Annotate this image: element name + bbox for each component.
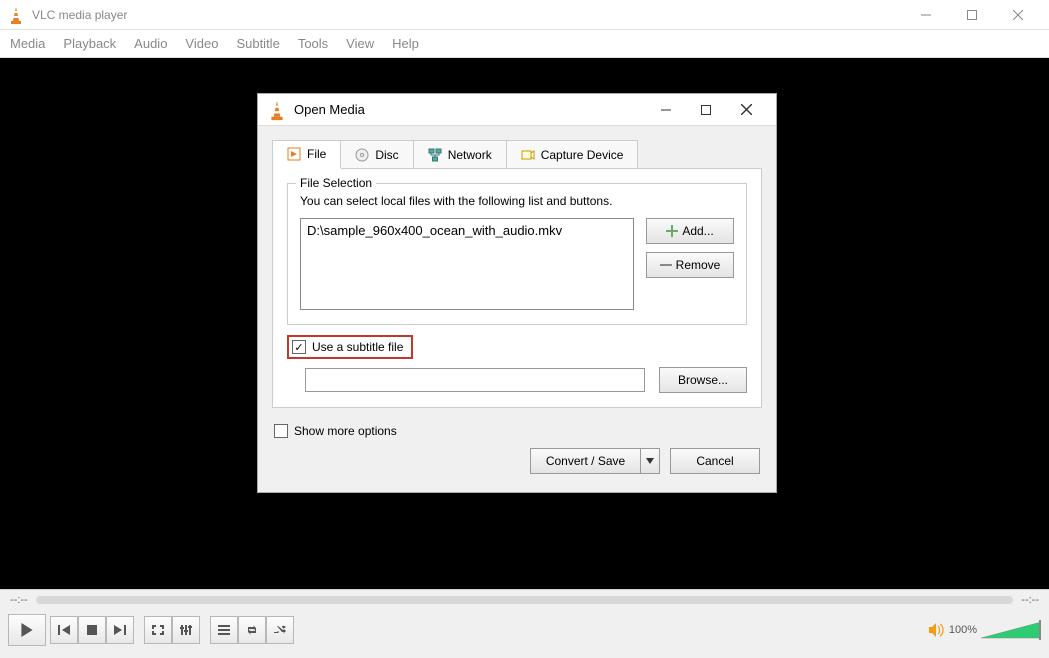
menu-media[interactable]: Media — [10, 36, 45, 51]
menu-subtitle[interactable]: Subtitle — [236, 36, 279, 51]
fullscreen-button[interactable] — [144, 616, 172, 644]
dialog-maximize-button[interactable] — [686, 96, 726, 124]
file-tab-icon — [287, 147, 301, 161]
file-selection-legend: File Selection — [296, 176, 376, 190]
convert-save-label: Convert / Save — [546, 454, 625, 468]
menu-playback[interactable]: Playback — [63, 36, 116, 51]
volume-slider[interactable] — [981, 620, 1041, 640]
dialog-title: Open Media — [294, 102, 646, 117]
play-button[interactable] — [8, 614, 46, 646]
use-subtitle-checkbox[interactable]: ✓ — [292, 340, 306, 354]
use-subtitle-label: Use a subtitle file — [312, 340, 403, 354]
remove-button[interactable]: Remove — [646, 252, 734, 278]
menu-audio[interactable]: Audio — [134, 36, 167, 51]
seek-bar[interactable] — [36, 596, 1014, 604]
tab-file[interactable]: File — [273, 141, 341, 169]
tab-capture-label: Capture Device — [541, 148, 624, 162]
convert-save-dropdown[interactable] — [640, 448, 660, 474]
next-button[interactable] — [106, 616, 134, 644]
window-title: VLC media player — [32, 8, 903, 22]
menu-video[interactable]: Video — [185, 36, 218, 51]
dialog-tabs: File Disc Network Capture Device — [272, 140, 638, 168]
use-subtitle-checkbox-row[interactable]: ✓ Use a subtitle file — [287, 335, 413, 359]
cancel-button[interactable]: Cancel — [670, 448, 760, 474]
close-button[interactable] — [995, 0, 1041, 30]
time-elapsed: --:-- — [10, 594, 28, 606]
maximize-button[interactable] — [949, 0, 995, 30]
dialog-close-button[interactable] — [726, 96, 766, 124]
chevron-down-icon — [646, 458, 654, 464]
file-selection-help: You can select local files with the foll… — [300, 194, 734, 208]
show-more-label: Show more options — [294, 424, 397, 438]
network-icon — [428, 148, 442, 162]
cancel-label: Cancel — [696, 454, 733, 468]
extended-settings-button[interactable] — [172, 616, 200, 644]
add-button-label: Add... — [682, 224, 713, 238]
browse-button[interactable]: Browse... — [659, 367, 747, 393]
open-media-dialog: Open Media File Disc Network Capture Dev… — [257, 93, 777, 493]
tab-capture[interactable]: Capture Device — [507, 141, 638, 168]
speaker-icon — [929, 623, 945, 637]
add-button[interactable]: Add... — [646, 218, 734, 244]
menu-view[interactable]: View — [346, 36, 374, 51]
dialog-titlebar[interactable]: Open Media — [258, 94, 776, 126]
playlist-button[interactable] — [210, 616, 238, 644]
tab-network[interactable]: Network — [414, 141, 507, 168]
previous-button[interactable] — [50, 616, 78, 644]
remove-button-label: Remove — [676, 258, 721, 272]
file-list[interactable]: D:\sample_960x400_ocean_with_audio.mkv — [300, 218, 634, 310]
dialog-minimize-button[interactable] — [646, 96, 686, 124]
main-titlebar: VLC media player — [0, 0, 1049, 30]
tab-file-label: File — [307, 147, 326, 161]
bottom-controls: --:-- --:-- 100% — [0, 589, 1049, 658]
menu-bar: Media Playback Audio Video Subtitle Tool… — [0, 30, 1049, 58]
convert-save-split-button: Convert / Save — [530, 448, 660, 474]
menu-help[interactable]: Help — [392, 36, 419, 51]
time-total: --:-- — [1021, 594, 1039, 606]
show-more-checkbox[interactable] — [274, 424, 288, 438]
show-more-options-row[interactable]: Show more options — [274, 424, 762, 438]
minus-icon — [660, 259, 672, 271]
minimize-button[interactable] — [903, 0, 949, 30]
convert-save-button[interactable]: Convert / Save — [530, 448, 640, 474]
file-selection-fieldset: File Selection You can select local file… — [287, 183, 747, 325]
tab-disc-label: Disc — [375, 148, 398, 162]
file-list-item[interactable]: D:\sample_960x400_ocean_with_audio.mkv — [307, 223, 627, 238]
stop-button[interactable] — [78, 616, 106, 644]
tab-disc[interactable]: Disc — [341, 141, 413, 168]
subtitle-path-input[interactable] — [305, 368, 645, 392]
menu-tools[interactable]: Tools — [298, 36, 328, 51]
tab-network-label: Network — [448, 148, 492, 162]
file-tab-panel: File Selection You can select local file… — [272, 168, 762, 408]
vlc-cone-icon — [268, 101, 286, 119]
random-button[interactable] — [266, 616, 294, 644]
vlc-cone-icon — [8, 7, 24, 23]
browse-button-label: Browse... — [678, 373, 728, 387]
capture-icon — [521, 148, 535, 162]
plus-icon — [666, 225, 678, 237]
volume-control[interactable]: 100% — [929, 620, 1041, 640]
disc-icon — [355, 148, 369, 162]
loop-button[interactable] — [238, 616, 266, 644]
volume-percent: 100% — [949, 624, 977, 636]
